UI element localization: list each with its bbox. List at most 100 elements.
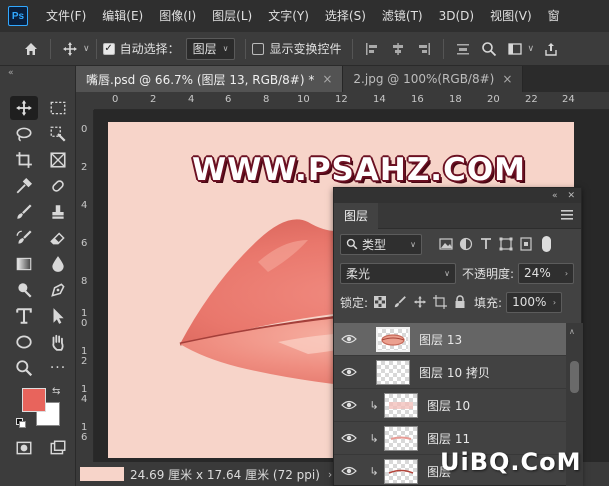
- align-left-icon[interactable]: [359, 36, 385, 62]
- quick-select-tool-icon[interactable]: [44, 122, 72, 146]
- menu-file[interactable]: 文件(F): [38, 0, 94, 32]
- smart-object-filter-icon[interactable]: [516, 234, 536, 254]
- distribute-icon[interactable]: [450, 36, 476, 62]
- lock-artboard-icon[interactable]: [430, 292, 450, 312]
- marquee-tool-icon[interactable]: [44, 96, 72, 120]
- layer-name[interactable]: 图层 10 拷贝: [419, 364, 490, 381]
- panel-menu-icon[interactable]: [561, 209, 573, 223]
- gradient-tool-icon[interactable]: [10, 252, 38, 276]
- type-tool-icon[interactable]: [10, 304, 38, 328]
- menu-filter[interactable]: 滤镜(T): [374, 0, 431, 32]
- close-icon[interactable]: ×: [322, 72, 332, 86]
- eraser-tool-icon[interactable]: [44, 226, 72, 250]
- layer-row[interactable]: 图层 13: [334, 323, 566, 356]
- visibility-eye-icon[interactable]: [334, 400, 364, 410]
- layer-row[interactable]: 图层 10 拷贝: [334, 356, 566, 389]
- layer-row[interactable]: ↳ 图层 10: [334, 389, 566, 422]
- share-icon[interactable]: [538, 36, 564, 62]
- collapse-icon[interactable]: «: [8, 68, 14, 78]
- history-brush-tool-icon[interactable]: [10, 226, 38, 250]
- tab-layers[interactable]: 图层: [334, 202, 379, 229]
- lock-transparent-icon[interactable]: [370, 292, 390, 312]
- chevron-up-icon[interactable]: ∧: [569, 327, 575, 336]
- lock-all-icon[interactable]: [450, 292, 470, 312]
- vertical-ruler[interactable]: 0 2 4 6 8 1 0 1 2 1 4 1 6: [76, 110, 94, 462]
- layer-name[interactable]: 图层 13: [419, 331, 462, 348]
- frame-tool-icon[interactable]: [44, 148, 72, 172]
- brush-tool-icon[interactable]: [10, 200, 38, 224]
- show-transform-checkbox[interactable]: [252, 42, 265, 55]
- menu-select[interactable]: 选择(S): [317, 0, 374, 32]
- horizontal-ruler[interactable]: 0 2 4 6 8 10 12 14 16 18 20 22 24: [94, 92, 609, 110]
- menu-window[interactable]: 窗: [540, 0, 568, 32]
- move-tool-icon[interactable]: [10, 96, 38, 120]
- stamp-tool-icon[interactable]: [44, 200, 72, 224]
- image-filter-icon[interactable]: [436, 234, 456, 254]
- swap-colors-icon[interactable]: ⇆: [52, 386, 60, 397]
- visibility-eye-icon[interactable]: [334, 334, 364, 344]
- menu-3d[interactable]: 3D(D): [431, 0, 482, 32]
- close-icon[interactable]: ×: [502, 72, 512, 86]
- chevron-down-icon[interactable]: ∨: [528, 44, 535, 54]
- menu-edit[interactable]: 编辑(E): [94, 0, 151, 32]
- layer-name[interactable]: 图层 11: [427, 430, 470, 447]
- hand-tool-icon[interactable]: [44, 330, 72, 354]
- foreground-color-swatch[interactable]: [22, 388, 46, 412]
- adjustment-filter-icon[interactable]: [456, 234, 476, 254]
- tab-2-jpg[interactable]: 2.jpg @ 100%(RGB/8#) ×: [343, 66, 524, 92]
- layer-thumbnail[interactable]: [384, 392, 418, 418]
- filter-toggle[interactable]: [542, 236, 551, 252]
- default-colors-icon[interactable]: [16, 418, 26, 428]
- align-right-icon[interactable]: [411, 36, 437, 62]
- close-icon[interactable]: ✕: [567, 191, 575, 201]
- opacity-input[interactable]: 24% ›: [518, 262, 575, 284]
- clipping-mask-icon: ↳: [369, 398, 379, 412]
- layer-filter-dropdown[interactable]: 类型 ∨: [340, 233, 422, 255]
- layer-thumbnail[interactable]: [384, 458, 418, 484]
- pen-tool-icon[interactable]: [44, 278, 72, 302]
- lock-position-icon[interactable]: [410, 292, 430, 312]
- layer-thumbnail[interactable]: [376, 359, 410, 385]
- shape-filter-icon[interactable]: [496, 234, 516, 254]
- crop-tool-icon[interactable]: [10, 148, 38, 172]
- menu-layer[interactable]: 图层(L): [204, 0, 260, 32]
- fill-input[interactable]: 100% ›: [506, 291, 563, 313]
- layer-name[interactable]: 图层 10: [427, 397, 470, 414]
- align-center-icon[interactable]: [385, 36, 411, 62]
- workspace-icon[interactable]: [502, 36, 528, 62]
- dodge-tool-icon[interactable]: [10, 278, 38, 302]
- menu-view[interactable]: 视图(V): [482, 0, 540, 32]
- chevron-down-icon[interactable]: ∨: [83, 44, 90, 54]
- quick-mask-icon[interactable]: [10, 436, 38, 460]
- visibility-eye-icon[interactable]: [334, 466, 364, 476]
- opacity-label: 不透明度:: [462, 266, 515, 281]
- blur-tool-icon[interactable]: [44, 252, 72, 276]
- auto-select-checkbox[interactable]: ✓: [102, 42, 115, 55]
- lasso-tool-icon[interactable]: [10, 122, 38, 146]
- lock-pixels-icon[interactable]: [390, 292, 410, 312]
- layer-thumbnail[interactable]: [376, 326, 410, 352]
- type-filter-icon[interactable]: [476, 234, 496, 254]
- menu-image[interactable]: 图像(I): [151, 0, 204, 32]
- visibility-eye-icon[interactable]: [334, 367, 364, 377]
- layer-thumbnail[interactable]: [384, 425, 418, 451]
- menu-type[interactable]: 文字(Y): [260, 0, 317, 32]
- shape-tool-icon[interactable]: [10, 330, 38, 354]
- search-icon[interactable]: [476, 36, 502, 62]
- eyedropper-tool-icon[interactable]: [10, 174, 38, 198]
- path-select-tool-icon[interactable]: [44, 304, 72, 328]
- zoom-tool-icon[interactable]: [10, 356, 38, 380]
- collapse-panel-icon[interactable]: «: [552, 191, 558, 201]
- screen-mode-icon[interactable]: [44, 436, 72, 460]
- tab-lips-psd[interactable]: 嘴唇.psd @ 66.7% (图层 13, RGB/8#) * ×: [76, 66, 344, 92]
- blend-mode-dropdown[interactable]: 柔光 ∨: [340, 262, 456, 284]
- status-menu-arrow[interactable]: ›: [328, 468, 332, 481]
- more-tools-icon[interactable]: ···: [44, 356, 72, 380]
- home-icon[interactable]: [18, 36, 44, 62]
- healing-brush-tool-icon[interactable]: [44, 174, 72, 198]
- visibility-eye-icon[interactable]: [334, 433, 364, 443]
- auto-select-dropdown[interactable]: 图层 ∨: [185, 37, 236, 60]
- divider: [50, 38, 51, 59]
- scrollbar-thumb[interactable]: [570, 361, 579, 393]
- move-tool-icon[interactable]: [57, 36, 83, 62]
